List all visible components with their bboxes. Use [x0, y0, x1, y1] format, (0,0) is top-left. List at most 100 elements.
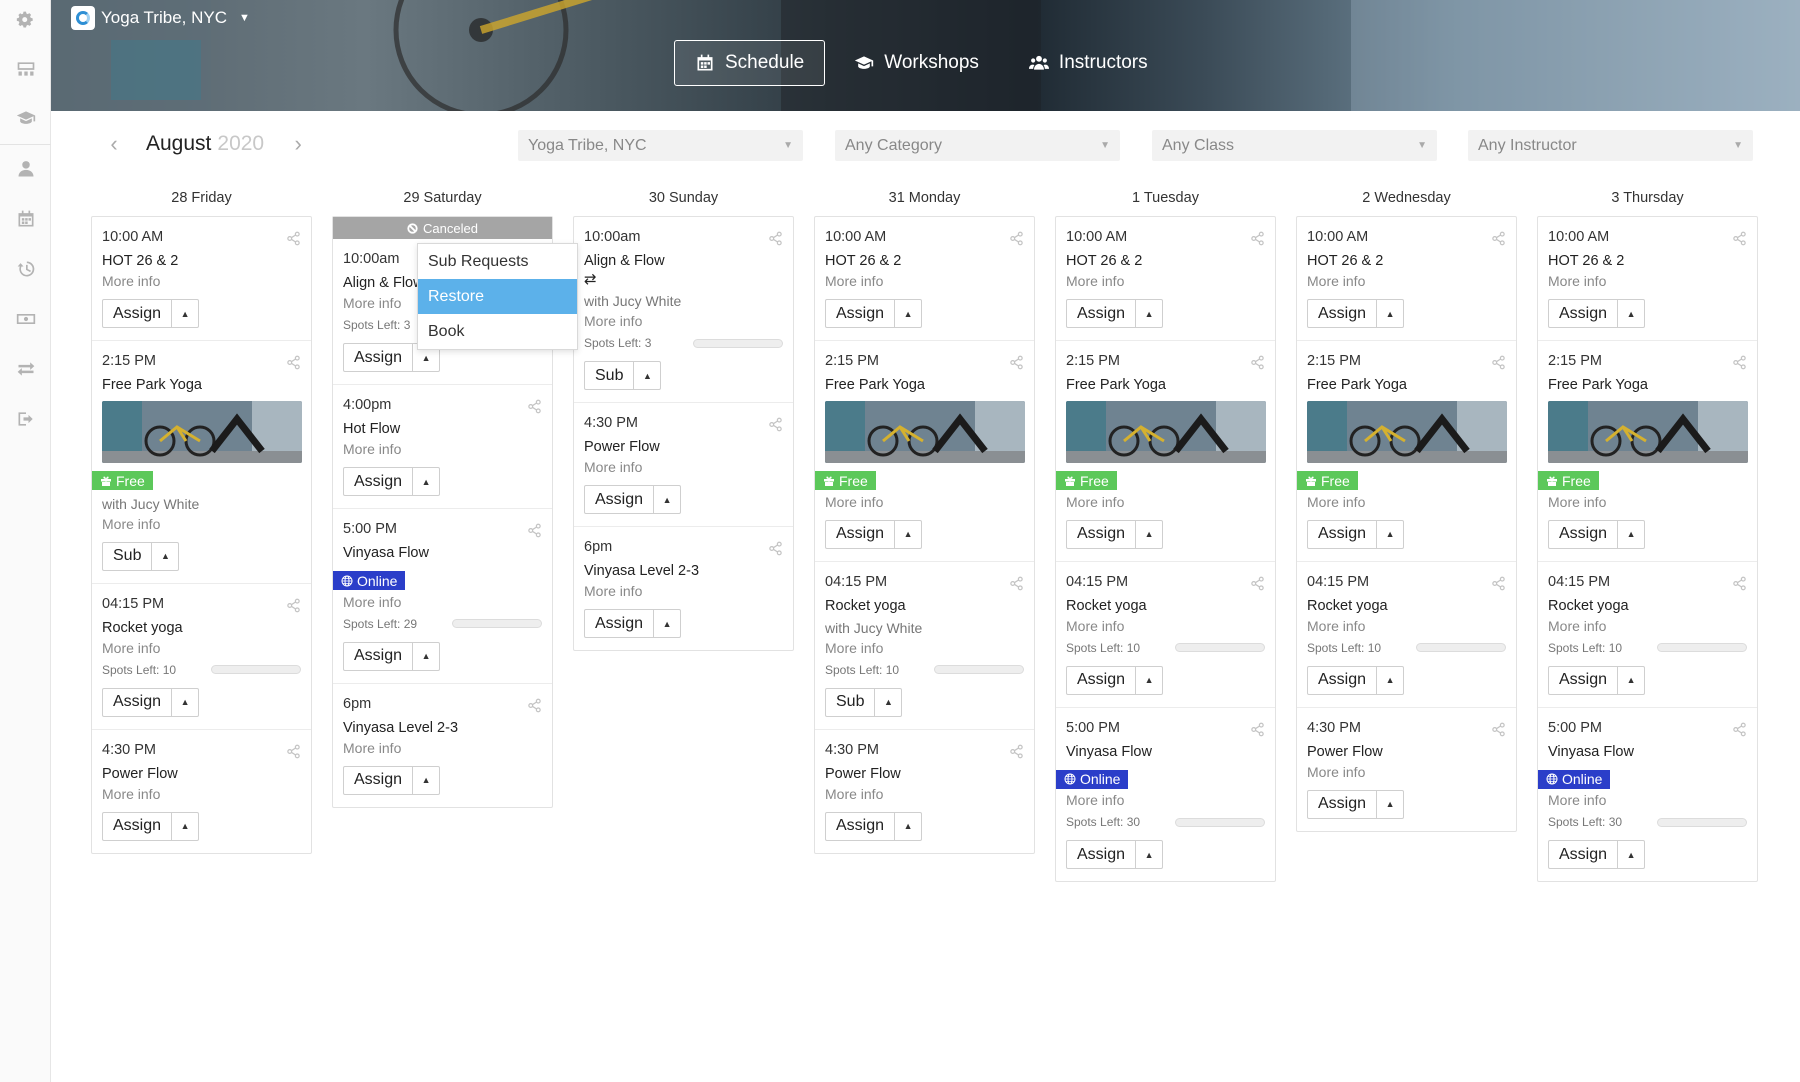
share-icon[interactable]: [286, 744, 301, 759]
caret-up-icon[interactable]: ▲: [413, 767, 439, 794]
menu-item-book[interactable]: Book: [418, 314, 577, 349]
dashboard-icon[interactable]: [15, 58, 37, 80]
share-icon[interactable]: [768, 417, 783, 432]
caret-up-icon[interactable]: ▲: [895, 300, 921, 327]
studio-selector[interactable]: Yoga Tribe, NYC ▼: [71, 4, 250, 32]
caret-up-icon[interactable]: ▲: [1377, 521, 1403, 548]
more-info-link[interactable]: More info: [343, 592, 542, 612]
caret-up-icon[interactable]: ▲: [152, 543, 178, 570]
more-info-link[interactable]: More info: [102, 271, 301, 291]
sub-button[interactable]: Sub: [826, 688, 876, 716]
share-icon[interactable]: [768, 541, 783, 556]
location-filter[interactable]: Yoga Tribe, NYC ▼: [518, 130, 803, 161]
sign-out-icon[interactable]: [15, 408, 37, 430]
share-icon[interactable]: [1491, 576, 1506, 591]
assign-button[interactable]: Assign: [1308, 666, 1378, 694]
chevron-left-icon[interactable]: ‹: [104, 131, 124, 157]
assign-button[interactable]: Assign: [103, 300, 173, 327]
exchange-icon[interactable]: [15, 358, 37, 380]
more-info-link[interactable]: More info: [1548, 492, 1747, 512]
caret-up-icon[interactable]: ▲: [1377, 667, 1403, 694]
share-icon[interactable]: [1009, 231, 1024, 246]
user-icon[interactable]: [15, 158, 37, 180]
assign-button[interactable]: Assign: [344, 766, 414, 794]
more-info-link[interactable]: More info: [1066, 790, 1265, 810]
money-icon[interactable]: [15, 308, 37, 330]
history-icon[interactable]: [15, 258, 37, 280]
more-info-link[interactable]: More info: [1307, 616, 1506, 636]
assign-button[interactable]: Assign: [1308, 790, 1378, 818]
assign-button[interactable]: Assign: [1067, 300, 1137, 327]
share-icon[interactable]: [1491, 231, 1506, 246]
assign-button[interactable]: Assign: [1549, 520, 1619, 548]
more-info-link[interactable]: More info: [102, 514, 301, 534]
caret-up-icon[interactable]: ▲: [875, 689, 901, 716]
menu-item-restore[interactable]: Restore: [418, 279, 577, 314]
tab-workshops[interactable]: Workshops: [833, 40, 1000, 86]
more-info-link[interactable]: More info: [102, 638, 301, 658]
caret-up-icon[interactable]: ▲: [895, 521, 921, 548]
caret-up-icon[interactable]: ▲: [172, 300, 198, 327]
caret-up-icon[interactable]: ▲: [654, 486, 680, 513]
assign-button[interactable]: Assign: [826, 520, 896, 548]
caret-up-icon[interactable]: ▲: [413, 468, 439, 495]
share-icon[interactable]: [1491, 355, 1506, 370]
caret-up-icon[interactable]: ▲: [1377, 300, 1403, 327]
more-info-link[interactable]: More info: [825, 271, 1024, 291]
more-info-link[interactable]: More info: [584, 311, 783, 331]
more-info-link[interactable]: More info: [1066, 271, 1265, 291]
assign-button[interactable]: Assign: [1067, 520, 1137, 548]
assign-button[interactable]: Assign: [1549, 841, 1619, 868]
assign-button[interactable]: Assign: [585, 486, 655, 513]
assign-button[interactable]: Assign: [585, 610, 655, 637]
share-icon[interactable]: [1250, 576, 1265, 591]
share-icon[interactable]: [527, 523, 542, 538]
sub-button[interactable]: Sub: [103, 542, 153, 570]
share-icon[interactable]: [286, 355, 301, 370]
assign-button[interactable]: Assign: [1549, 666, 1619, 694]
category-filter[interactable]: Any Category ▼: [835, 130, 1120, 161]
share-icon[interactable]: [1732, 231, 1747, 246]
menu-item-sub-requests[interactable]: Sub Requests: [418, 244, 577, 279]
more-info-link[interactable]: More info: [102, 784, 301, 804]
assign-button[interactable]: Assign: [1549, 300, 1619, 327]
assign-button[interactable]: Assign: [344, 642, 414, 670]
caret-up-icon[interactable]: ▲: [1377, 791, 1403, 818]
assign-button[interactable]: Assign: [1308, 300, 1378, 327]
share-icon[interactable]: [1250, 722, 1265, 737]
more-info-link[interactable]: More info: [1307, 492, 1506, 512]
caret-up-icon[interactable]: ▲: [1618, 841, 1644, 868]
caret-up-icon[interactable]: ▲: [1618, 300, 1644, 327]
class-filter[interactable]: Any Class ▼: [1152, 130, 1437, 161]
share-icon[interactable]: [1732, 722, 1747, 737]
caret-up-icon[interactable]: ▲: [895, 813, 921, 840]
assign-button[interactable]: Assign: [344, 468, 414, 495]
more-info-link[interactable]: More info: [1548, 616, 1747, 636]
share-icon[interactable]: [286, 598, 301, 613]
caret-up-icon[interactable]: ▲: [413, 643, 439, 670]
calendar-icon[interactable]: [15, 208, 37, 230]
more-info-link[interactable]: More info: [825, 492, 1024, 512]
tab-schedule[interactable]: Schedule: [674, 40, 826, 86]
more-info-link[interactable]: More info: [825, 784, 1024, 804]
caret-up-icon[interactable]: ▲: [1136, 841, 1162, 868]
share-icon[interactable]: [1250, 231, 1265, 246]
share-icon[interactable]: [1732, 576, 1747, 591]
share-icon[interactable]: [1009, 576, 1024, 591]
assign-button[interactable]: Assign: [1067, 666, 1137, 694]
caret-up-icon[interactable]: ▲: [172, 689, 198, 716]
assign-button[interactable]: Assign: [826, 300, 896, 327]
more-info-link[interactable]: More info: [584, 457, 783, 477]
share-icon[interactable]: [286, 231, 301, 246]
assign-button[interactable]: Assign: [103, 812, 173, 840]
more-info-link[interactable]: More info: [343, 439, 542, 459]
caret-up-icon[interactable]: ▲: [1136, 667, 1162, 694]
share-icon[interactable]: [1491, 722, 1506, 737]
more-info-link[interactable]: More info: [1548, 790, 1747, 810]
share-icon[interactable]: [527, 399, 542, 414]
sub-button[interactable]: Sub: [585, 362, 635, 389]
caret-up-icon[interactable]: ▲: [634, 362, 660, 389]
assign-button[interactable]: Assign: [826, 812, 896, 840]
more-info-link[interactable]: More info: [1307, 271, 1506, 291]
tab-instructors[interactable]: Instructors: [1008, 40, 1169, 86]
